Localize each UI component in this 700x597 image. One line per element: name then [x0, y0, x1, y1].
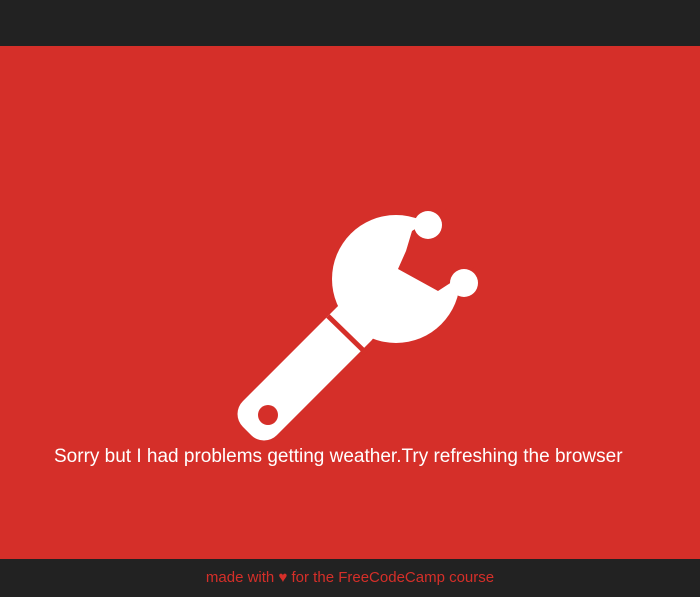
footer-text-prefix: made with — [205, 569, 279, 586]
error-panel: Sorry but I had problems getting weather… — [0, 46, 700, 559]
heart-icon: ♥ — [278, 569, 288, 586]
wrench-icon — [237, 208, 478, 441]
footer: made with ♥ for the FreeCodeCamp course — [0, 559, 700, 597]
top-bar — [0, 0, 700, 46]
footer-text-suffix: for the FreeCodeCamp course — [287, 569, 495, 586]
error-message: Sorry but I had problems getting weather… — [54, 446, 623, 467]
